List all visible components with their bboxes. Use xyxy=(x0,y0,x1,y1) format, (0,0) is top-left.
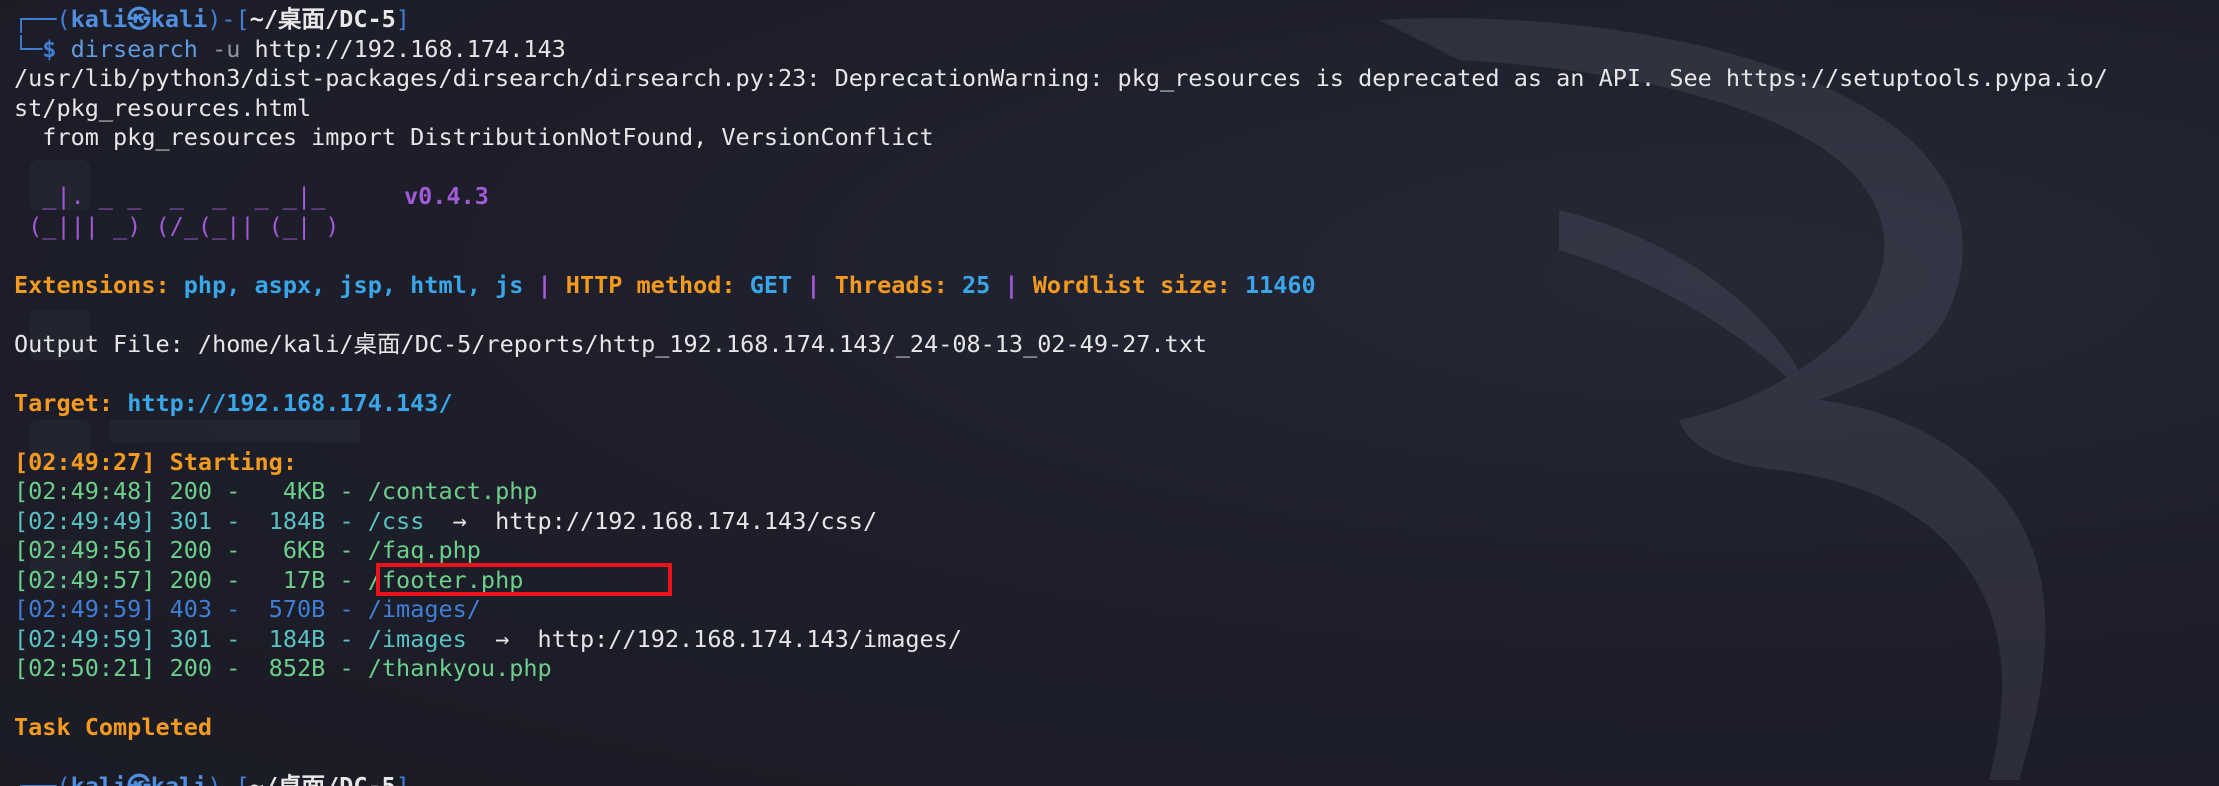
result-time: [02:49:59] xyxy=(14,595,156,623)
task-completed-line: Task Completed xyxy=(14,713,213,741)
config-line: Extensions: php, aspx, jsp, html, js | H… xyxy=(14,271,2219,301)
extensions-label: Extensions: xyxy=(14,270,184,299)
config-separator: | xyxy=(523,270,566,299)
result-time: [02:49:48] xyxy=(14,477,156,505)
result-status-code: 301 xyxy=(169,624,213,653)
command-name: dirsearch xyxy=(70,34,198,63)
prompt-line-next: ┌──(kali㉿kali)-[~/桌面/DC-5] xyxy=(14,772,2219,786)
prompt-user: kali xyxy=(70,772,128,786)
result-size: 570B xyxy=(254,595,326,623)
result-size: 17B xyxy=(254,565,326,594)
result-status-code: 200 xyxy=(169,477,213,505)
prompt-close-bracket: ] xyxy=(395,772,410,786)
prompt-corner-top: ┌──( xyxy=(14,772,71,786)
result-path: /css xyxy=(367,506,425,535)
output-file-line: Output File: /home/kali/桌面/DC-5/reports/… xyxy=(14,329,1208,358)
prompt-close-bracket: ] xyxy=(395,5,410,33)
extensions-value: php, aspx, jsp, html, js xyxy=(183,270,524,299)
terminal-window[interactable]: ┌──(kali㉿kali)-[~/桌面/DC-5] └─$ dirsearch… xyxy=(0,0,2219,786)
prompt-at-symbol: ㉿ xyxy=(127,772,151,786)
result-time: [02:49:57] xyxy=(14,565,156,594)
result-time: [02:50:21] xyxy=(14,654,156,682)
result-path: /contact.php xyxy=(367,477,538,505)
prompt-user: kali xyxy=(70,5,128,33)
warning-line-3: from pkg_resources import DistributionNo… xyxy=(14,123,934,151)
warning-line-1: /usr/lib/python3/dist-packages/dirsearch… xyxy=(14,64,2108,92)
prompt-separator: )-[ xyxy=(207,5,250,33)
http-method-value: GET xyxy=(749,270,793,299)
prompt-path: ~/桌面/DC-5 xyxy=(249,5,396,33)
result-path: /images/ xyxy=(367,595,481,623)
banner-art-line-1: _|. _ _ _ _ _ _|_ xyxy=(14,182,326,210)
threads-value: 25 xyxy=(961,270,991,299)
config-separator: | xyxy=(792,270,835,299)
command-line: └─$ dirsearch -u http://192.168.174.143 xyxy=(14,35,2219,65)
result-size: 6KB xyxy=(254,536,326,564)
starting-line: [02:49:27] Starting: xyxy=(14,448,2219,478)
config-separator: | xyxy=(990,270,1033,299)
prompt-path: ~/桌面/DC-5 xyxy=(249,772,396,786)
result-row: [02:49:49] 301 - 184B - /css → http://19… xyxy=(14,506,878,535)
wordlist-size-label: Wordlist size: xyxy=(1032,270,1245,299)
command-url: http://192.168.174.143 xyxy=(254,34,566,63)
result-row: [02:49:56] 200 - 6KB - /faq.php xyxy=(14,536,481,564)
footer-php-highlight-box xyxy=(376,563,672,596)
warning-line-2: st/pkg_resources.html xyxy=(14,93,312,122)
result-size: 184B xyxy=(254,624,326,653)
result-status-code: 200 xyxy=(169,654,213,682)
result-size: 184B xyxy=(254,506,326,535)
prompt-host: kali xyxy=(150,772,208,786)
target-label: Target: xyxy=(14,388,128,417)
starting-time: [02:49:27] xyxy=(14,447,170,476)
result-row: [02:49:57] 200 - 17B - /footer.php xyxy=(14,565,524,594)
result-path: /thankyou.php xyxy=(367,654,552,682)
command-flag: -u xyxy=(197,34,255,63)
result-time: [02:49:56] xyxy=(14,536,156,564)
prompt-separator: )-[ xyxy=(207,772,250,786)
dirsearch-banner: _|. _ _ _ _ _ _|_ (_||| _) (/_(_|| (_| )… xyxy=(14,182,2219,241)
result-size: 852B xyxy=(254,654,326,682)
result-row: [02:49:59] 403 - 570B - /images/ xyxy=(14,595,481,623)
target-line: Target: http://192.168.174.143/ xyxy=(14,389,2219,419)
prompt-corner-bottom: └─ xyxy=(14,34,43,63)
prompt-at-symbol: ㉿ xyxy=(127,5,151,33)
result-time: [02:49:59] xyxy=(14,624,156,653)
result-row: [02:49:48] 200 - 4KB - /contact.php xyxy=(14,477,538,505)
result-time: [02:49:49] xyxy=(14,506,156,535)
redirect-arrow-icon: → xyxy=(495,624,510,653)
result-redirect-url: http://192.168.174.143/css/ xyxy=(495,506,878,535)
result-redirect-url: http://192.168.174.143/images/ xyxy=(537,624,962,653)
prompt-dollar: $ xyxy=(42,34,71,63)
scan-results: [02:49:48] 200 - 4KB - /contact.php [02:4… xyxy=(14,477,2219,684)
banner-art-line-2: (_||| _) (/_(_|| (_| ) xyxy=(14,211,340,240)
result-row: [02:50:21] 200 - 852B - /thankyou.php xyxy=(14,654,552,682)
banner-version: v0.4.3 xyxy=(404,182,489,210)
terminal-output: ┌──(kali㉿kali)-[~/桌面/DC-5] └─$ dirsearch… xyxy=(14,5,2219,786)
result-status-code: 403 xyxy=(169,595,213,623)
wordlist-size-value: 11460 xyxy=(1244,270,1316,299)
result-status-code: 200 xyxy=(169,565,213,594)
result-size: 4KB xyxy=(254,477,326,505)
target-value: http://192.168.174.143/ xyxy=(127,388,453,417)
redirect-arrow-icon: → xyxy=(452,506,467,535)
prompt-corner-top: ┌──( xyxy=(14,5,71,33)
result-status-code: 301 xyxy=(169,506,213,535)
result-row: [02:49:59] 301 - 184B - /images → http:/… xyxy=(14,624,962,653)
prompt-host: kali xyxy=(150,5,208,33)
prompt-line: ┌──(kali㉿kali)-[~/桌面/DC-5] xyxy=(14,5,2219,35)
result-path: /images xyxy=(367,624,467,653)
result-path: /faq.php xyxy=(367,536,481,564)
starting-label: Starting: xyxy=(169,447,297,476)
threads-label: Threads: xyxy=(834,270,962,299)
result-status-code: 200 xyxy=(169,536,213,564)
http-method-label: HTTP method: xyxy=(565,270,750,299)
